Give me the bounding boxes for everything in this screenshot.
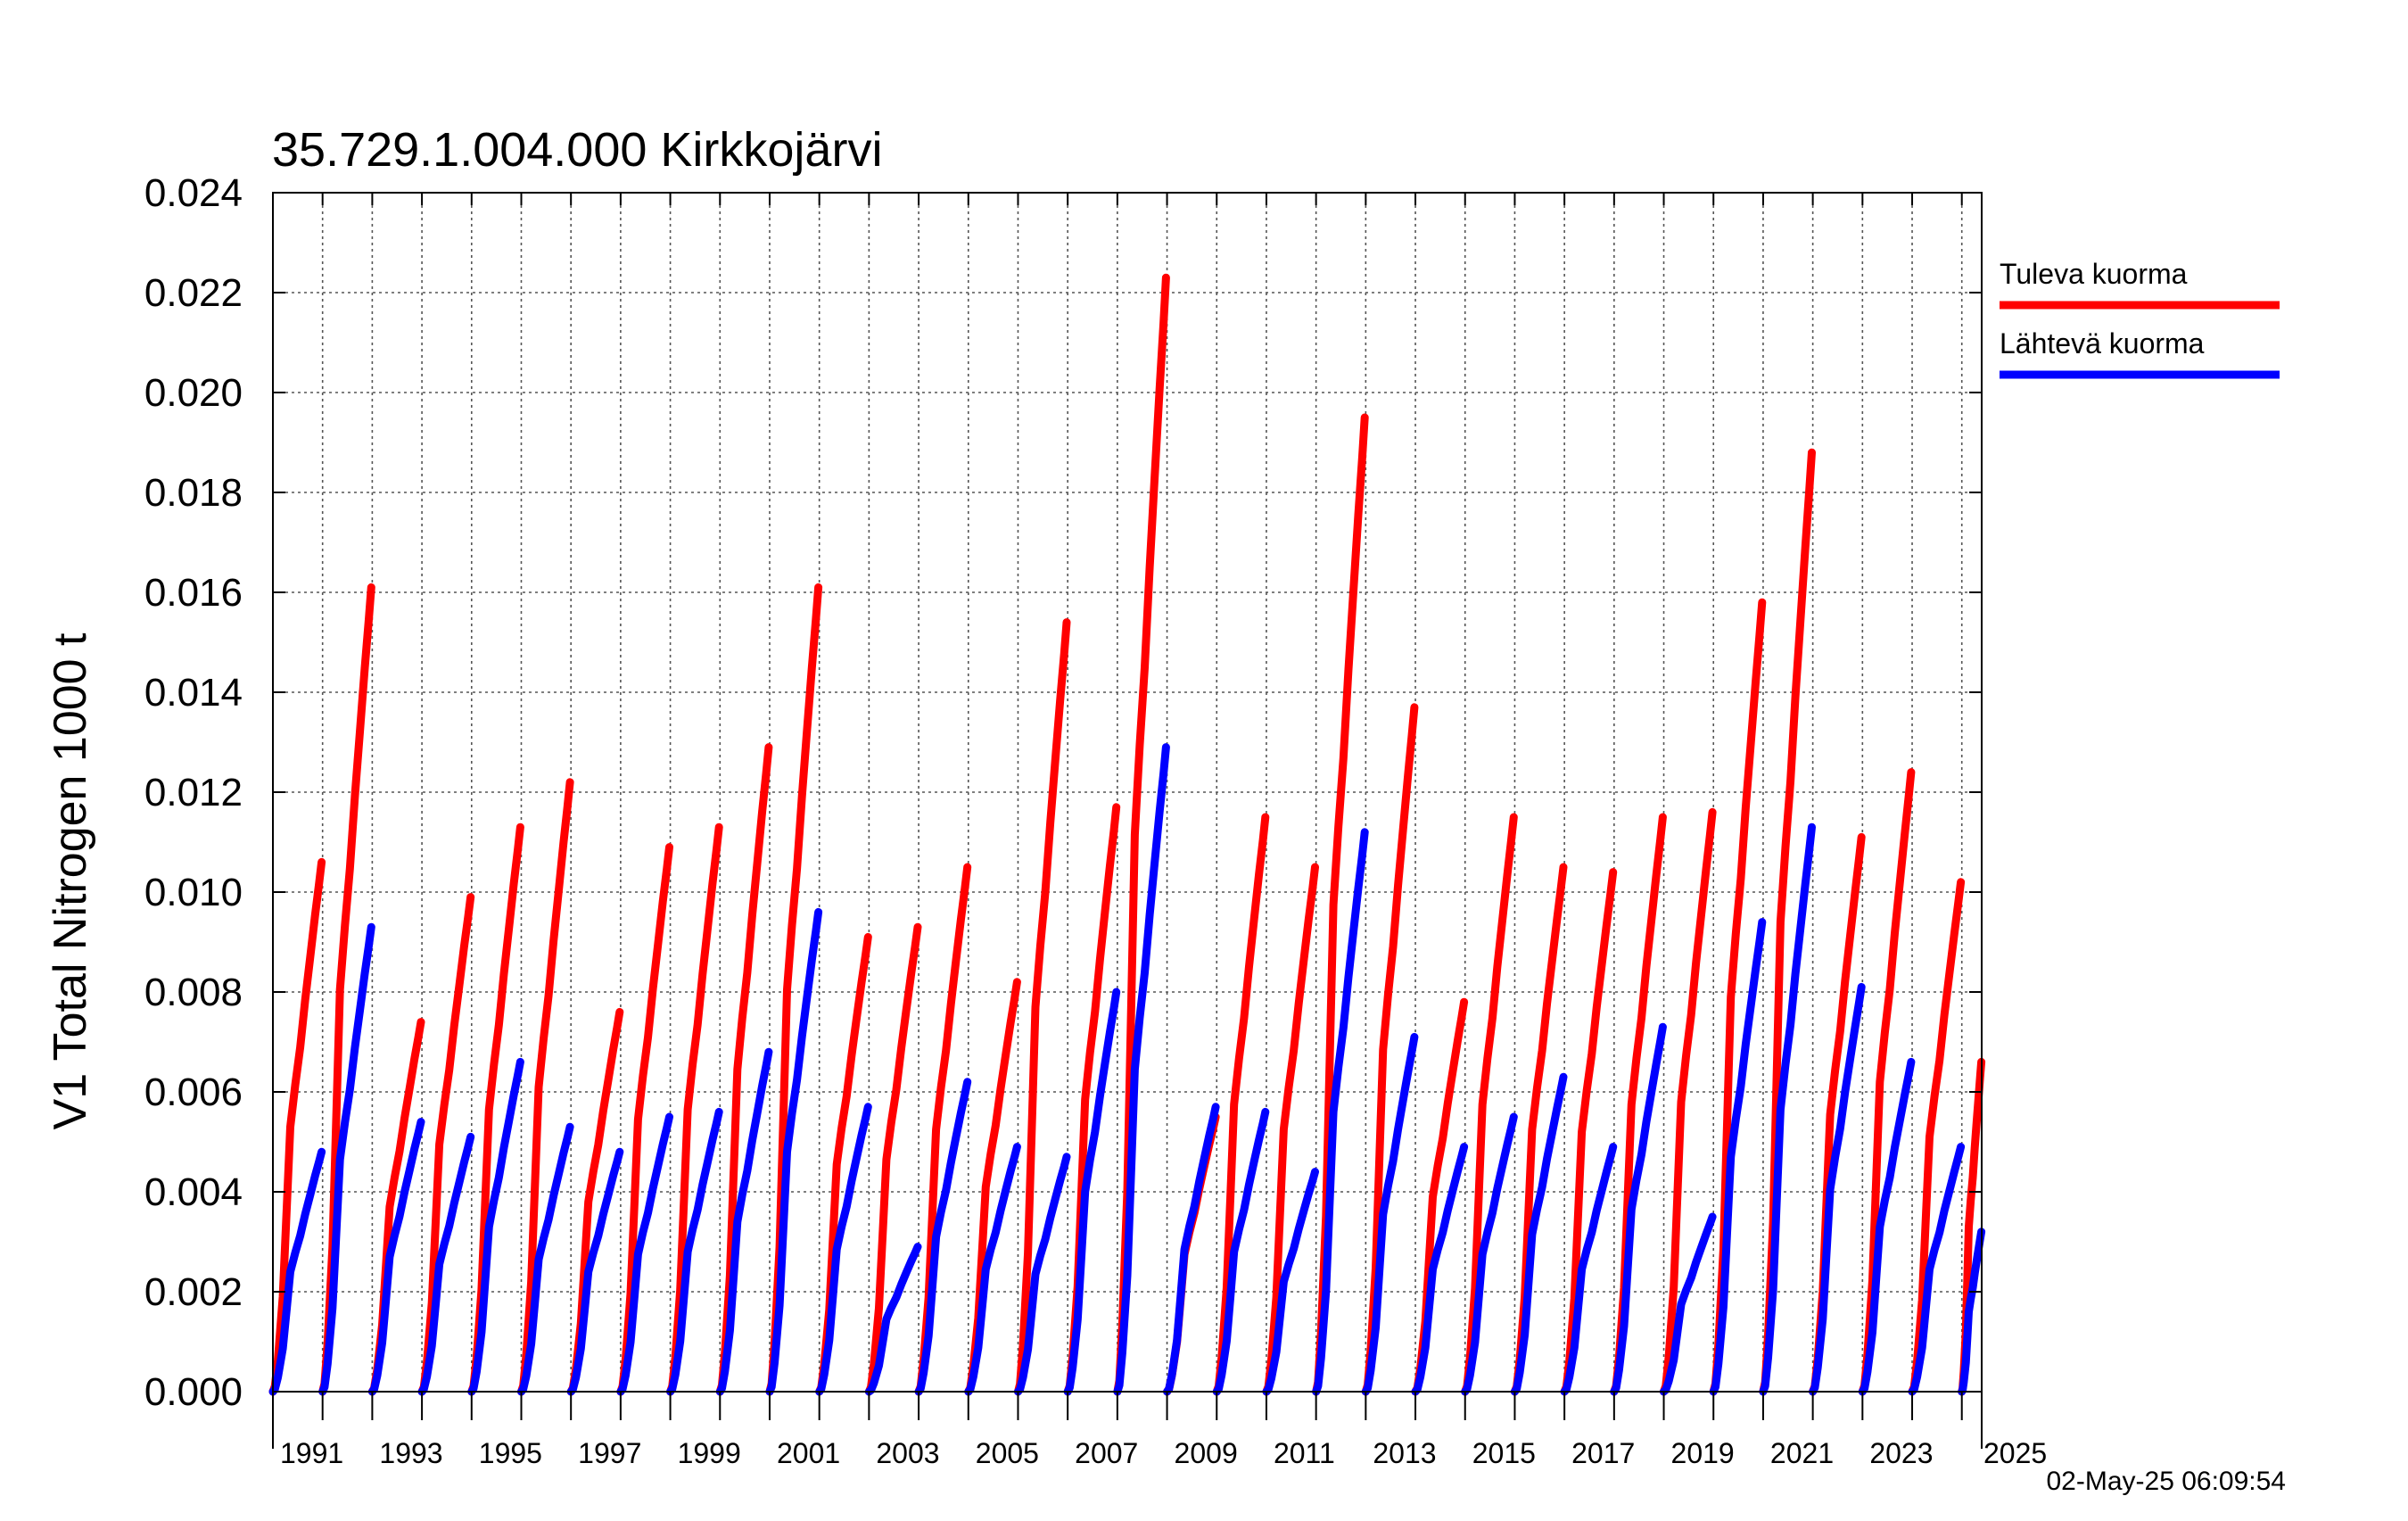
- x-tick-label: 2015: [1472, 1437, 1536, 1469]
- x-tick-label: 2011: [1274, 1437, 1335, 1469]
- x-tick-label: 2013: [1373, 1437, 1436, 1469]
- legend-label: Tuleva kuorma: [2000, 258, 2188, 290]
- x-tick-label: 1999: [678, 1437, 741, 1469]
- x-tick-label: 2001: [777, 1437, 840, 1469]
- x-tick-label: 2009: [1175, 1437, 1238, 1469]
- x-tick-label: 1991: [280, 1437, 343, 1469]
- y-tick-label: 0.014: [144, 671, 243, 715]
- x-tick-label: 1997: [578, 1437, 641, 1469]
- x-tick-label: 2023: [1869, 1437, 1933, 1469]
- y-tick-label: 0.018: [144, 471, 243, 515]
- x-tick-label: 1995: [479, 1437, 542, 1469]
- y-tick-label: 0.024: [144, 171, 243, 215]
- x-tick-label: 1993: [379, 1437, 442, 1469]
- chart-title: 35.729.1.004.000 Kirkkojärvi: [272, 123, 882, 177]
- legend-label: Lähtevä kuorma: [2000, 327, 2205, 360]
- chart-svg: 0.000 0.002 0.004 0.006 0.008 0.010 0.012 0.014…: [0, 0, 2408, 1517]
- x-tick-label: 2021: [1770, 1437, 1834, 1469]
- y-tick-label: 0.004: [144, 1170, 243, 1214]
- y-tick-label: 0.010: [144, 871, 243, 914]
- y-tick-label: 0.020: [144, 371, 243, 415]
- timestamp: 02-May-25 06:09:54: [2046, 1467, 2286, 1496]
- y-tick-label: 0.022: [144, 271, 243, 315]
- y-tick-label: 0.006: [144, 1070, 243, 1114]
- x-tick-label: 2025: [1983, 1437, 2047, 1469]
- y-tick-label: 0.016: [144, 571, 243, 615]
- chart: 0.000 0.002 0.004 0.006 0.008 0.010 0.012 0.014…: [0, 0, 2408, 1517]
- y-tick-label: 0.008: [144, 971, 243, 1014]
- y-axis-label: V1 Total Nitrogen 1000 t: [45, 632, 96, 1130]
- y-tick-label: 0.012: [144, 771, 243, 814]
- x-tick-label: 2017: [1571, 1437, 1635, 1469]
- y-tick-label: 0.000: [144, 1370, 243, 1414]
- x-tick-label: 2003: [876, 1437, 939, 1469]
- x-tick-label: 2007: [1075, 1437, 1138, 1469]
- x-tick-label: 2019: [1671, 1437, 1735, 1469]
- x-tick-label: 2005: [976, 1437, 1039, 1469]
- y-tick-label: 0.002: [144, 1270, 243, 1314]
